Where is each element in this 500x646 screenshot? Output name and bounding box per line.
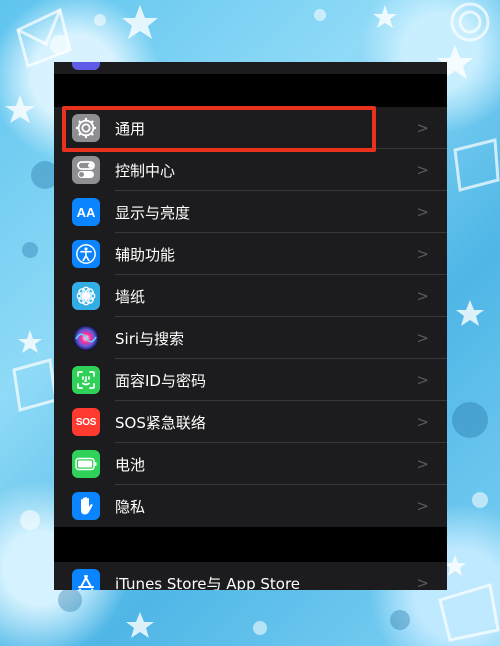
settings-row-label: Siri与搜索 <box>115 330 185 348</box>
chevron-right-icon: > <box>416 245 429 263</box>
sos-icon: SOS <box>72 408 100 436</box>
chevron-right-icon: > <box>416 203 429 221</box>
settings-row-label: iTunes Store与 App Store <box>115 575 301 590</box>
settings-row-face-id-passcode[interactable]: 面容ID与密码 > <box>54 359 447 401</box>
settings-row-siri-search[interactable]: Siri与搜索 > <box>54 317 447 359</box>
settings-row-label: 辅助功能 <box>115 246 176 264</box>
settings-row-label: 隐私 <box>115 498 146 516</box>
battery-icon <box>72 450 100 478</box>
accessibility-icon <box>72 240 100 268</box>
settings-row-itunes-app-store[interactable]: iTunes Store与 App Store > <box>54 562 447 590</box>
flower-icon <box>72 282 100 310</box>
chevron-right-icon: > <box>416 455 429 473</box>
settings-row-accessibility[interactable]: 辅助功能 > <box>54 233 447 275</box>
settings-row-battery[interactable]: 电池 > <box>54 443 447 485</box>
section-gap <box>54 74 447 107</box>
chevron-right-icon: > <box>416 119 429 137</box>
settings-row-emergency-sos[interactable]: SOS SOS紧急联络 > <box>54 401 447 443</box>
settings-group-store: iTunes Store与 App Store > <box>54 562 447 590</box>
chevron-right-icon: > <box>416 287 429 305</box>
chevron-right-icon: > <box>416 161 429 179</box>
text-size-icon: AA <box>72 198 100 226</box>
settings-row-label: SOS紧急联络 <box>115 414 206 432</box>
app-store-icon <box>72 569 100 590</box>
section-gap <box>54 527 447 562</box>
hand-icon <box>72 492 100 520</box>
siri-icon <box>72 324 100 352</box>
settings-row-label: 控制中心 <box>115 162 176 180</box>
settings-row-control-center[interactable]: 控制中心 > <box>54 149 447 191</box>
settings-row-label: 电池 <box>115 456 146 474</box>
chevron-right-icon: > <box>416 413 429 431</box>
previous-row-peek <box>54 62 447 74</box>
chevron-right-icon: > <box>416 329 429 347</box>
chevron-right-icon: > <box>416 497 429 515</box>
settings-row-wallpaper[interactable]: 墙纸 > <box>54 275 447 317</box>
settings-group: 通用 > 控制中心 > AA 显示与亮度 > 辅助功能 > 墙纸 > Siri与… <box>54 107 447 527</box>
chevron-right-icon: > <box>416 371 429 389</box>
settings-row-label: 显示与亮度 <box>115 204 191 222</box>
face-id-icon <box>72 366 100 394</box>
settings-row-display-brightness[interactable]: AA 显示与亮度 > <box>54 191 447 233</box>
toggles-icon <box>72 156 100 184</box>
previous-row-icon <box>72 62 100 70</box>
settings-row-label: 墙纸 <box>115 288 146 306</box>
settings-row-label: 面容ID与密码 <box>115 372 206 390</box>
settings-row-privacy[interactable]: 隐私 > <box>54 485 447 527</box>
chevron-right-icon: > <box>416 574 429 590</box>
highlight-box <box>62 106 376 152</box>
